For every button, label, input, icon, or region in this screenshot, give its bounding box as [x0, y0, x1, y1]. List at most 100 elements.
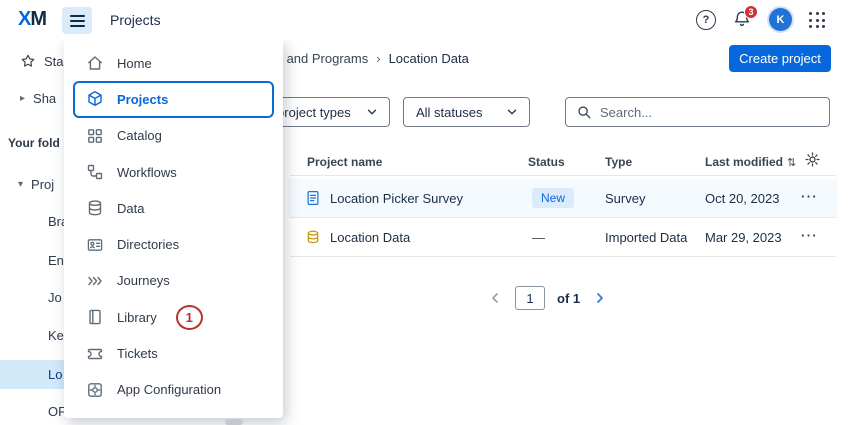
sidebar-item-projects-folder[interactable]: ▾ Proj [18, 177, 54, 192]
menu-item-workflows[interactable]: Workflows [73, 154, 274, 190]
chevron-down-icon [505, 105, 519, 119]
sidebar-label: Sha [33, 91, 56, 106]
column-header-last-modified[interactable]: Last modified ⇅ [705, 155, 796, 169]
status-filter-value: All statuses [416, 105, 482, 120]
breadcrumb-current: Location Data [389, 51, 469, 66]
sidebar-label: Lo [48, 367, 62, 382]
sidebar-folder-item[interactable]: Jo [48, 290, 62, 305]
logo-m: M [30, 8, 46, 30]
row-divider [290, 256, 836, 257]
menu-item-label: Workflows [117, 165, 177, 180]
menu-item-app-configuration[interactable]: App Configuration [73, 372, 274, 408]
sidebar-label: Ke [48, 328, 64, 343]
horizontal-scrollbar-thumb[interactable] [225, 419, 243, 425]
logo-x: X [18, 8, 30, 30]
chevron-down-icon [365, 105, 379, 119]
ticket-icon [86, 345, 104, 363]
menu-item-home[interactable]: Home [73, 45, 274, 81]
apps-grid-icon[interactable] [809, 12, 826, 29]
sidebar-item-starred[interactable]: Star [20, 53, 68, 69]
table-row[interactable]: Location Picker Survey New Survey Oct 20… [288, 179, 838, 217]
project-type: Imported Data [605, 230, 687, 245]
menu-item-journeys[interactable]: Journeys [73, 263, 274, 299]
project-name[interactable]: Location Data [330, 230, 410, 245]
sort-icon[interactable]: ⇅ [787, 156, 796, 169]
hamburger-menu-button[interactable] [62, 7, 92, 34]
status-empty: — [532, 230, 545, 245]
xm-logo[interactable]: XM [18, 8, 46, 31]
page-title: Projects [110, 12, 161, 28]
menu-item-label: Projects [117, 92, 168, 107]
menu-item-label: Directories [117, 237, 179, 252]
projects-cube-icon [86, 90, 104, 108]
top-bar: XM Projects ? 3 K [0, 0, 850, 40]
row-more-icon[interactable]: ⋯ [800, 226, 818, 246]
menu-item-label: Tickets [117, 346, 158, 361]
library-book-icon [86, 308, 104, 326]
search-box [565, 97, 830, 127]
last-modified-date: Oct 20, 2023 [705, 191, 779, 206]
search-icon [576, 104, 592, 120]
survey-document-icon [305, 190, 321, 211]
help-icon[interactable]: ? [696, 10, 716, 30]
previous-page-icon[interactable] [487, 290, 503, 306]
directories-card-icon [86, 236, 104, 254]
sidebar-folder-item-selected[interactable]: Lo [48, 367, 62, 382]
home-icon [86, 54, 104, 72]
caret-right-icon: ▸ [20, 93, 25, 104]
sidebar-folders-heading: Your fold [8, 136, 60, 150]
notification-count-badge: 3 [744, 5, 758, 19]
menu-item-directories[interactable]: Directories [73, 226, 274, 262]
database-icon [86, 199, 104, 217]
sidebar-folder-item[interactable]: Ke [48, 328, 64, 343]
menu-item-tickets[interactable]: Tickets [73, 335, 274, 371]
table-row[interactable]: Location Data — Imported Data Mar 29, 20… [288, 218, 838, 256]
search-input[interactable] [600, 105, 819, 120]
app-window: Star ▸ Sha Your fold ▾ Proj Bra En Jo Ke… [0, 0, 850, 425]
menu-item-projects[interactable]: Projects [73, 81, 274, 117]
column-header-label: Last modified [705, 155, 783, 169]
menu-item-label: Library [117, 310, 157, 325]
next-page-icon[interactable] [592, 290, 608, 306]
page-number-input[interactable]: 1 [515, 286, 545, 310]
menu-item-label: Home [117, 56, 152, 71]
project-name[interactable]: Location Picker Survey [330, 191, 463, 206]
column-header-type[interactable]: Type [605, 155, 632, 169]
star-icon [20, 53, 36, 69]
table-header-divider [290, 175, 836, 176]
journeys-chevrons-icon [86, 272, 104, 290]
last-modified-date: Mar 29, 2023 [705, 230, 782, 245]
annotation-step-circle: 1 [176, 305, 203, 330]
sidebar-label: En [48, 253, 64, 268]
sidebar-folder-item[interactable]: En [48, 253, 64, 268]
status-filter[interactable]: All statuses [403, 97, 530, 127]
menu-item-label: Data [117, 201, 144, 216]
page-count-label: of 1 [557, 291, 580, 306]
sidebar-label: Jo [48, 290, 62, 305]
help-glyph: ? [703, 14, 710, 26]
sidebar-label: Proj [31, 177, 54, 192]
menu-item-label: Journeys [117, 273, 170, 288]
project-type: Survey [605, 191, 645, 206]
menu-item-catalog[interactable]: Catalog [73, 118, 274, 154]
user-avatar[interactable]: K [769, 8, 792, 31]
row-more-icon[interactable]: ⋯ [800, 187, 818, 207]
table-settings-gear-icon[interactable] [804, 151, 821, 173]
column-header-project-name[interactable]: Project name [307, 155, 382, 169]
sidebar-item-shared[interactable]: ▸ Sha [20, 91, 56, 106]
menu-item-label: App Configuration [117, 382, 221, 397]
column-header-status[interactable]: Status [528, 155, 565, 169]
workflows-icon [86, 163, 104, 181]
nav-menu-panel: Home Projects Catalog Workflows Data Dir… [64, 40, 283, 418]
imported-data-icon [305, 229, 321, 250]
status-badge: New [532, 188, 574, 208]
create-project-button[interactable]: Create project [729, 45, 831, 72]
menu-item-data[interactable]: Data [73, 190, 274, 226]
breadcrumb-separator-icon: › [376, 51, 380, 66]
notifications-bell-icon[interactable]: 3 [732, 9, 754, 31]
menu-item-library[interactable]: Library 1 [73, 299, 274, 335]
menu-item-label: Catalog [117, 128, 162, 143]
catalog-grid-icon [86, 127, 104, 145]
caret-down-icon: ▾ [18, 179, 23, 190]
avatar-initial: K [777, 14, 785, 26]
